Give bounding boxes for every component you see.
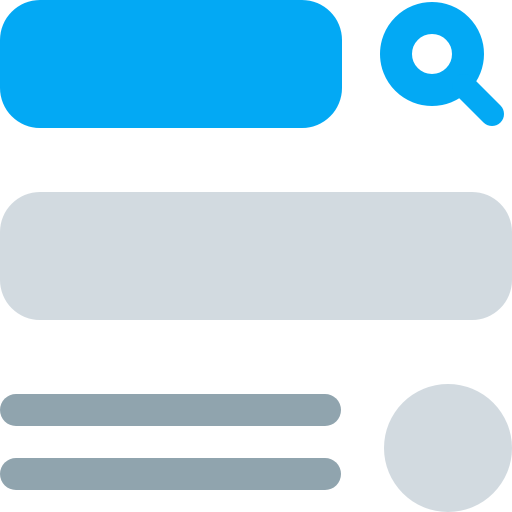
- search-icon-handle: [452, 74, 504, 126]
- search-result-layout: [0, 0, 512, 512]
- search-icon: [380, 2, 504, 126]
- search-input[interactable]: [0, 0, 342, 128]
- result-banner: [0, 192, 512, 320]
- avatar: [384, 384, 512, 512]
- result-text-line: [0, 458, 341, 490]
- search-button[interactable]: [380, 2, 510, 132]
- result-text-line: [0, 394, 341, 426]
